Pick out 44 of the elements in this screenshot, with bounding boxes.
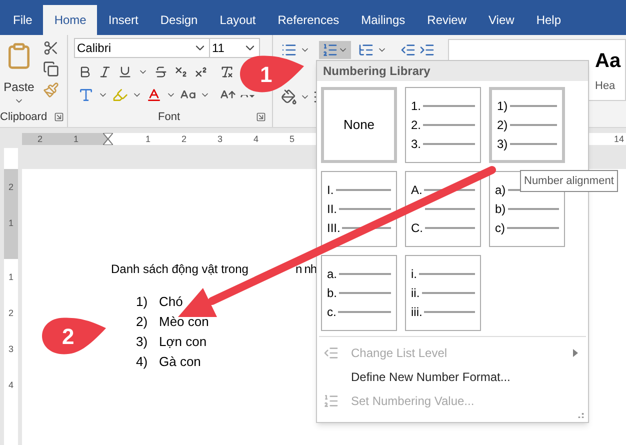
list-item-text: Chó [159, 293, 183, 312]
list-marker: 1) [497, 98, 508, 113]
list-marker: 2. [411, 118, 422, 132]
list-marker: 3) [497, 136, 508, 151]
list-item-text: Lợn con [159, 333, 207, 352]
list-marker: c) [495, 220, 505, 235]
list-number: 3) [136, 333, 149, 352]
ruler-number: 3 [216, 133, 224, 145]
callout-badge: 1 [238, 54, 306, 94]
menu-header: Numbering Library [317, 61, 588, 81]
group-label: Clipboard [0, 110, 48, 124]
list-marker: a. [327, 266, 338, 281]
ruler-number: 1 [144, 133, 152, 145]
list-marker: III. [327, 220, 340, 235]
tooltip: Number alignment [520, 170, 618, 192]
list-marker: I. [327, 182, 334, 197]
list-marker: b) [495, 202, 506, 216]
list-marker: A. [411, 182, 422, 197]
ruler-number: 14 [614, 133, 626, 145]
list-marker: a) [495, 182, 506, 197]
list-marker: ii. [411, 286, 420, 300]
group-label: Font [158, 110, 180, 124]
paragraph: Danh sách động vật trong [111, 261, 248, 278]
list-number: 1) [136, 293, 149, 312]
list-item-text: Mèo con [159, 313, 209, 332]
list-marker: i. [411, 266, 417, 281]
ruler-number: 2 [36, 133, 44, 145]
list-marker: b. [327, 286, 338, 300]
list-number: 2) [136, 313, 149, 332]
ruler-number: 1 [72, 133, 80, 145]
list-marker: 1. [411, 98, 422, 113]
list-marker: II. [327, 202, 338, 216]
list-marker: iii. [411, 304, 422, 319]
ruler-number: 5 [288, 133, 296, 145]
list-marker: c. [327, 304, 336, 319]
callout-badge: 2 [40, 316, 108, 356]
list-item-text: Gà con [159, 353, 201, 372]
vertical-ruler: 2 1 1 2 3 4 [4, 148, 18, 445]
ruler-number: 2 [180, 133, 188, 145]
list-number: 4) [136, 353, 149, 372]
list-marker: 2) [497, 118, 508, 132]
list-marker: 3. [411, 136, 422, 151]
list-marker: C. [411, 220, 423, 235]
ruler-number: 4 [252, 133, 260, 145]
